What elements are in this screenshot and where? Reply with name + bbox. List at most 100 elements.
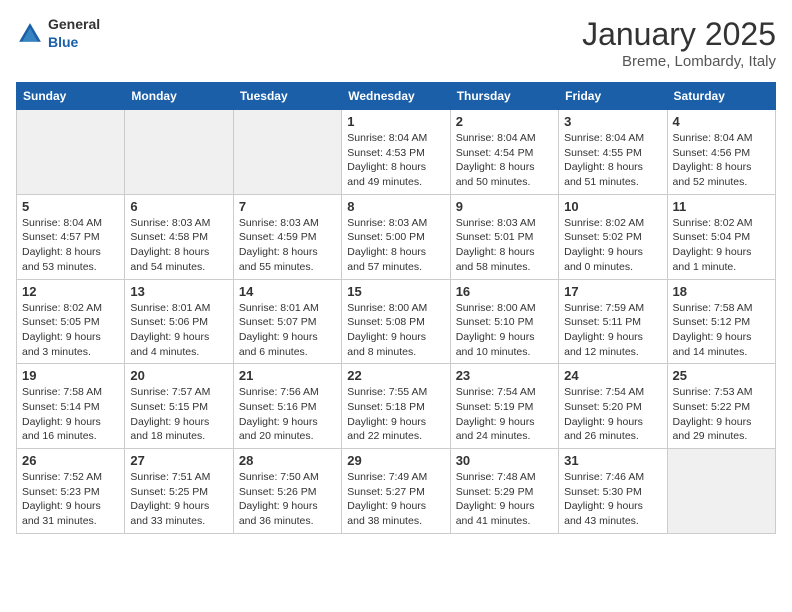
calendar-week-1: 1Sunrise: 8:04 AMSunset: 4:53 PMDaylight… [17,110,776,195]
calendar-week-5: 26 Sunrise: 7:52 AMSunset: 5:23 PMDayligh… [17,449,776,534]
weekday-header-sunday: Sunday [17,83,125,110]
cell-content: Sunrise: 8:03 AMSunset: 5:00 PMDaylight:… [347,216,444,275]
cell-content: Sunrise: 7:52 AMSunset: 5:23 PMDaylight:… [22,470,119,529]
day-number: 17 [564,284,661,299]
calendar-cell: 11 Sunrise: 8:02 AMSunset: 5:04 PMDayligh… [667,194,775,279]
day-number: 3 [564,114,661,129]
cell-content: Sunrise: 8:00 AMSunset: 5:10 PMDaylight:… [456,301,553,360]
weekday-header-monday: Monday [125,83,233,110]
day-number: 29 [347,453,444,468]
cell-content: Sunrise: 8:04 AMSunset: 4:57 PMDaylight:… [22,216,119,275]
calendar-cell: 14 Sunrise: 8:01 AMSunset: 5:07 PMDayligh… [233,279,341,364]
calendar-table: SundayMondayTuesdayWednesdayThursdayFrid… [16,82,776,534]
day-number: 6 [130,199,227,214]
day-number: 13 [130,284,227,299]
logo-text: General Blue [48,16,100,52]
cell-content: Sunrise: 8:01 AMSunset: 5:06 PMDaylight:… [130,301,227,360]
weekday-header-row: SundayMondayTuesdayWednesdayThursdayFrid… [17,83,776,110]
cell-content: Sunrise: 8:00 AMSunset: 5:08 PMDaylight:… [347,301,444,360]
weekday-header-saturday: Saturday [667,83,775,110]
calendar-cell: 30 Sunrise: 7:48 AMSunset: 5:29 PMDayligh… [450,449,558,534]
day-number: 10 [564,199,661,214]
day-number: 25 [673,368,770,383]
cell-content: Sunrise: 8:02 AMSunset: 5:05 PMDaylight:… [22,301,119,360]
title-block: January 2025 Breme, Lombardy, Italy [582,16,776,70]
cell-content: Sunrise: 7:57 AMSunset: 5:15 PMDaylight:… [130,385,227,444]
cell-content: Sunrise: 7:58 AMSunset: 5:12 PMDaylight:… [673,301,770,360]
calendar-cell: 19 Sunrise: 7:58 AMSunset: 5:14 PMDayligh… [17,364,125,449]
calendar-cell [667,449,775,534]
cell-content: Sunrise: 8:03 AMSunset: 4:58 PMDaylight:… [130,216,227,275]
calendar-cell: 6 Sunrise: 8:03 AMSunset: 4:58 PMDaylight… [125,194,233,279]
calendar-cell: 31Sunrise: 7:46 AMSunset: 5:30 PMDayligh… [559,449,667,534]
cell-content: Sunrise: 8:03 AMSunset: 5:01 PMDaylight:… [456,216,553,275]
calendar-cell: 1Sunrise: 8:04 AMSunset: 4:53 PMDaylight… [342,110,450,195]
cell-content: Sunrise: 7:51 AMSunset: 5:25 PMDaylight:… [130,470,227,529]
calendar-cell: 25 Sunrise: 7:53 AMSunset: 5:22 PMDayligh… [667,364,775,449]
day-number: 19 [22,368,119,383]
calendar-cell: 16 Sunrise: 8:00 AMSunset: 5:10 PMDayligh… [450,279,558,364]
cell-content: Sunrise: 7:46 AMSunset: 5:30 PMDaylight:… [564,470,661,529]
calendar-cell: 26 Sunrise: 7:52 AMSunset: 5:23 PMDayligh… [17,449,125,534]
cell-content: Sunrise: 8:04 AMSunset: 4:56 PMDaylight:… [673,131,770,190]
day-number: 21 [239,368,336,383]
calendar-cell: 15 Sunrise: 8:00 AMSunset: 5:08 PMDayligh… [342,279,450,364]
logo-icon [16,20,44,48]
calendar-cell: 8 Sunrise: 8:03 AMSunset: 5:00 PMDaylight… [342,194,450,279]
day-number: 20 [130,368,227,383]
day-number: 2 [456,114,553,129]
day-number: 15 [347,284,444,299]
calendar-cell [125,110,233,195]
cell-content: Sunrise: 7:58 AMSunset: 5:14 PMDaylight:… [22,385,119,444]
cell-content: Sunrise: 8:01 AMSunset: 5:07 PMDaylight:… [239,301,336,360]
day-number: 9 [456,199,553,214]
cell-content: Sunrise: 7:49 AMSunset: 5:27 PMDaylight:… [347,470,444,529]
cell-content: Sunrise: 8:02 AMSunset: 5:04 PMDaylight:… [673,216,770,275]
logo: General Blue [16,16,100,52]
cell-content: Sunrise: 7:50 AMSunset: 5:26 PMDaylight:… [239,470,336,529]
day-number: 18 [673,284,770,299]
day-number: 12 [22,284,119,299]
calendar-week-3: 12 Sunrise: 8:02 AMSunset: 5:05 PMDayligh… [17,279,776,364]
calendar-cell: 20 Sunrise: 7:57 AMSunset: 5:15 PMDayligh… [125,364,233,449]
calendar-week-4: 19 Sunrise: 7:58 AMSunset: 5:14 PMDayligh… [17,364,776,449]
cell-content: Sunrise: 7:54 AMSunset: 5:19 PMDaylight:… [456,385,553,444]
logo-general: General [48,16,100,32]
calendar-cell: 9 Sunrise: 8:03 AMSunset: 5:01 PMDaylight… [450,194,558,279]
day-number: 28 [239,453,336,468]
day-number: 26 [22,453,119,468]
cell-content: Sunrise: 7:48 AMSunset: 5:29 PMDaylight:… [456,470,553,529]
day-number: 16 [456,284,553,299]
calendar-cell: 7Sunrise: 8:03 AMSunset: 4:59 PMDaylight… [233,194,341,279]
day-number: 8 [347,199,444,214]
calendar-cell: 23Sunrise: 7:54 AMSunset: 5:19 PMDayligh… [450,364,558,449]
cell-content: Sunrise: 8:04 AMSunset: 4:54 PMDaylight:… [456,131,553,190]
day-number: 11 [673,199,770,214]
calendar-cell: 27 Sunrise: 7:51 AMSunset: 5:25 PMDayligh… [125,449,233,534]
calendar-cell: 13 Sunrise: 8:01 AMSunset: 5:06 PMDayligh… [125,279,233,364]
calendar-cell [233,110,341,195]
day-number: 30 [456,453,553,468]
cell-content: Sunrise: 8:04 AMSunset: 4:55 PMDaylight:… [564,131,661,190]
day-number: 14 [239,284,336,299]
day-number: 4 [673,114,770,129]
calendar-cell: 24Sunrise: 7:54 AMSunset: 5:20 PMDayligh… [559,364,667,449]
cell-content: Sunrise: 7:56 AMSunset: 5:16 PMDaylight:… [239,385,336,444]
logo-blue: Blue [48,34,78,50]
cell-content: Sunrise: 8:03 AMSunset: 4:59 PMDaylight:… [239,216,336,275]
calendar-cell [17,110,125,195]
calendar-cell: 10 Sunrise: 8:02 AMSunset: 5:02 PMDayligh… [559,194,667,279]
day-number: 22 [347,368,444,383]
month-title: January 2025 [582,16,776,53]
calendar-cell: 3 Sunrise: 8:04 AMSunset: 4:55 PMDaylight… [559,110,667,195]
cell-content: Sunrise: 7:53 AMSunset: 5:22 PMDaylight:… [673,385,770,444]
calendar-cell: 12 Sunrise: 8:02 AMSunset: 5:05 PMDayligh… [17,279,125,364]
weekday-header-wednesday: Wednesday [342,83,450,110]
calendar-cell: 5Sunrise: 8:04 AMSunset: 4:57 PMDaylight… [17,194,125,279]
cell-content: Sunrise: 7:54 AMSunset: 5:20 PMDaylight:… [564,385,661,444]
cell-content: Sunrise: 8:04 AMSunset: 4:53 PMDaylight:… [347,131,444,190]
day-number: 27 [130,453,227,468]
calendar-cell: 28 Sunrise: 7:50 AMSunset: 5:26 PMDayligh… [233,449,341,534]
cell-content: Sunrise: 8:02 AMSunset: 5:02 PMDaylight:… [564,216,661,275]
calendar-cell: 22Sunrise: 7:55 AMSunset: 5:18 PMDayligh… [342,364,450,449]
